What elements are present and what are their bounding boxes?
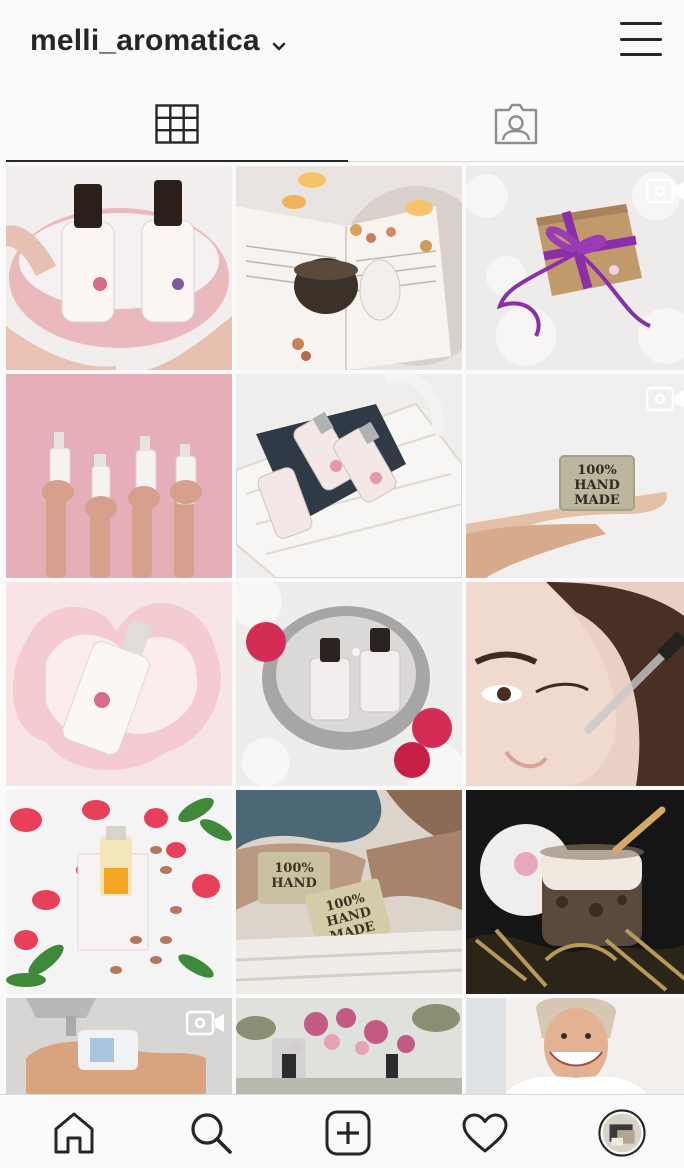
soap-text-line2: HAND bbox=[271, 876, 317, 891]
hamburger-menu-icon[interactable] bbox=[620, 22, 662, 56]
post-thumbnail-14[interactable] bbox=[236, 998, 462, 1094]
post-thumbnail-7[interactable] bbox=[6, 582, 232, 786]
post-thumbnail-12[interactable] bbox=[466, 790, 684, 994]
nav-home[interactable] bbox=[50, 1109, 98, 1157]
posts-grid: 100% HAND MADE 100% HAND 100% HAND MADE bbox=[6, 166, 684, 1094]
post-thumbnail-11[interactable]: 100% HAND 100% HAND MADE bbox=[236, 790, 462, 994]
username-switcher[interactable]: melli_aromatica bbox=[30, 22, 286, 60]
post-thumbnail-2[interactable] bbox=[236, 166, 462, 370]
soap-text-line1: 100% bbox=[274, 861, 314, 876]
tagged-person-icon bbox=[494, 103, 538, 145]
video-indicator-icon bbox=[646, 386, 684, 412]
nav-activity[interactable] bbox=[461, 1109, 509, 1157]
active-tab-indicator bbox=[6, 160, 348, 162]
tab-posts-grid[interactable] bbox=[6, 86, 348, 162]
grid-icon bbox=[155, 104, 199, 144]
video-indicator-icon bbox=[186, 1010, 226, 1036]
profile-screen: melli_aromatica 100% HAND MADE 100% HAND… bbox=[0, 0, 684, 1168]
post-thumbnail-13[interactable] bbox=[6, 998, 232, 1094]
tabs-divider bbox=[348, 161, 684, 162]
video-indicator-icon bbox=[646, 178, 684, 204]
username-label: melli_aromatica bbox=[30, 24, 260, 57]
post-thumbnail-15[interactable] bbox=[466, 998, 684, 1094]
add-post-icon bbox=[325, 1110, 371, 1156]
post-thumbnail-9[interactable] bbox=[466, 582, 684, 786]
post-thumbnail-1[interactable] bbox=[6, 166, 232, 370]
post-thumbnail-10[interactable] bbox=[6, 790, 232, 994]
chevron-down-icon bbox=[272, 26, 286, 60]
home-icon bbox=[54, 1112, 94, 1154]
nav-search[interactable] bbox=[187, 1109, 235, 1157]
soap-text-line2: HAND bbox=[574, 478, 620, 493]
post-thumbnail-3[interactable] bbox=[466, 166, 684, 370]
post-thumbnail-6[interactable]: 100% HAND MADE bbox=[466, 374, 684, 578]
tab-tagged[interactable] bbox=[348, 86, 684, 162]
bottom-navigation bbox=[0, 1094, 684, 1168]
heart-icon bbox=[462, 1113, 508, 1153]
post-thumbnail-4[interactable] bbox=[6, 374, 232, 578]
post-thumbnail-8[interactable] bbox=[236, 582, 462, 786]
profile-avatar-icon bbox=[598, 1109, 646, 1157]
nav-profile[interactable] bbox=[598, 1109, 646, 1157]
search-icon bbox=[191, 1113, 232, 1154]
soap-text-line3: MADE bbox=[574, 493, 620, 508]
soap-text-line1: 100% bbox=[577, 463, 617, 478]
profile-header: melli_aromatica bbox=[0, 0, 684, 84]
post-thumbnail-5[interactable] bbox=[236, 374, 462, 578]
nav-new-post[interactable] bbox=[324, 1109, 372, 1157]
profile-tabs bbox=[6, 86, 684, 162]
